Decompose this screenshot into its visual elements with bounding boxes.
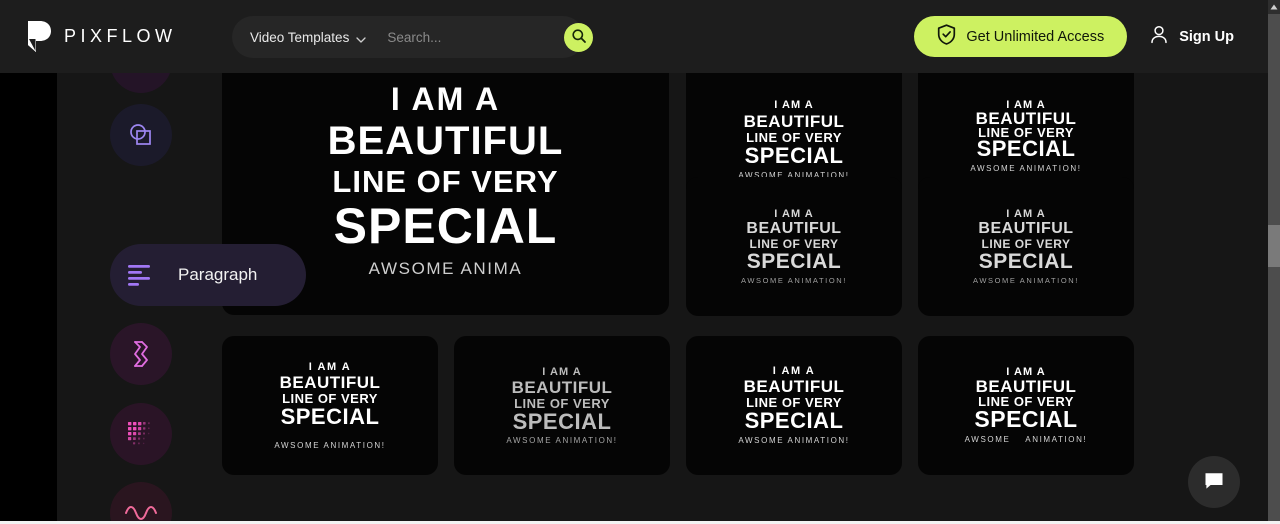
sidebar-item-shapes[interactable] [110,104,172,166]
search-bar: Video Templates [232,16,594,58]
search-icon [571,28,587,47]
card-line-4: SPECIAL [744,408,844,433]
card-subtitle: AWSOME ANIMATION! [506,435,618,445]
page-body: I AM A BEAUTIFUL LINE OF VERY SPECIAL AW… [0,27,1268,524]
sidebar-item-paragraph[interactable]: Paragraph [110,244,306,306]
card-line-4: SPECIAL [744,142,844,168]
card-line-2: BEAUTIFUL [746,219,842,237]
card-line-2: BEAUTIFUL [978,219,1074,237]
card-line-2: BEAUTIFUL [743,377,845,396]
card-line-4: SPECIAL [746,249,842,273]
search-submit-button[interactable] [564,22,594,52]
shapes-overlap-icon [110,104,172,166]
browser-scrollbar[interactable] [1268,0,1280,524]
shield-check-icon [937,24,956,49]
card-line-4: SPECIAL [974,406,1078,432]
search-input[interactable] [387,29,565,45]
card-subtitle: AWSOME ANIMATION! [964,435,1088,444]
card-subtitle: AWSOME ANIMATION! [741,275,847,285]
zigzag-icon [110,323,172,385]
card-line-2: BEAUTIFUL [511,377,613,397]
card-line-4: SPECIAL [978,249,1074,273]
card-r2c2[interactable]: I AM A BEAUTIFUL LINE OF VERY SPECIAL AW… [686,177,902,316]
logo-text: PIXFLOW [64,26,177,46]
pixflow-app: PIXFLOW Video Templates Search... Get Un… [0,0,1268,524]
user-icon [1149,24,1169,49]
card-r3c4[interactable]: I AM A BEAUTIFUL LINE OF VERY SPECIAL AW… [918,336,1134,475]
card-line-1: I AM A [774,207,814,220]
sign-up-button[interactable]: Sign Up [1149,24,1234,49]
card-subtitle: AWSOME ANIMATION! [973,275,1079,285]
card-line-3: LINE OF VERY [514,395,610,411]
scrollbar-thumb[interactable] [1268,225,1280,267]
logo[interactable]: PIXFLOW [26,20,177,53]
card-r3c2[interactable]: I AM A BEAUTIFUL LINE OF VERY SPECIAL AW… [454,336,670,475]
chevron-down-icon [356,32,366,43]
card-line-2: BEAUTIFUL [975,377,1077,396]
scrollbar-up-arrow-icon[interactable] [1268,0,1280,14]
sidebar-item-wave[interactable] [110,482,172,524]
card-line-4: SPECIAL [512,408,612,434]
wave-icon [110,482,172,524]
card-line-1: I AM A [542,365,582,378]
sign-up-label: Sign Up [1179,28,1234,45]
card-subtitle: AWSOME ANIMATION! [738,436,850,445]
card-line-3: LINE OF VERY [749,236,839,251]
get-unlimited-access-label: Get Unlimited Access [966,28,1105,45]
card-line-1: I AM A [1006,207,1046,220]
sidebar-item-label: Paragraph [178,265,258,284]
dot-matrix-icon [110,403,172,465]
sidebar-item-distort[interactable] [110,323,172,385]
chat-widget-button[interactable] [1188,456,1240,508]
card-line-4: SPECIAL [976,136,1076,161]
header-actions: Get Unlimited Access Sign Up [914,0,1234,73]
card-line-2: BEAUTIFUL [743,111,845,131]
card-subtitle: AWSOME ANIMATION! [970,164,1082,173]
tools-sidebar: Paragraph [110,31,440,524]
card-r2c3[interactable]: I AM A BEAUTIFUL LINE OF VERY SPECIAL AW… [918,177,1134,316]
get-unlimited-access-button[interactable]: Get Unlimited Access [914,16,1128,57]
card-line-1: I AM A [774,98,814,111]
card-line-1: I AM A [772,365,816,377]
card-line-3: LINE OF VERY [746,129,842,145]
chat-bubble-icon [1202,469,1226,496]
card-line-3: LINE OF VERY [981,236,1071,251]
category-select-label: Video Templates [250,29,350,45]
card-r3c3[interactable]: I AM A BEAUTIFUL LINE OF VERY SPECIAL AW… [686,336,902,475]
pixflow-logo-icon [26,20,52,53]
paragraph-align-icon [110,244,172,306]
app-header: PIXFLOW Video Templates Search... Get Un… [0,0,1268,73]
sidebar-item-dots[interactable] [110,403,172,465]
category-select[interactable]: Video Templates [232,16,366,58]
